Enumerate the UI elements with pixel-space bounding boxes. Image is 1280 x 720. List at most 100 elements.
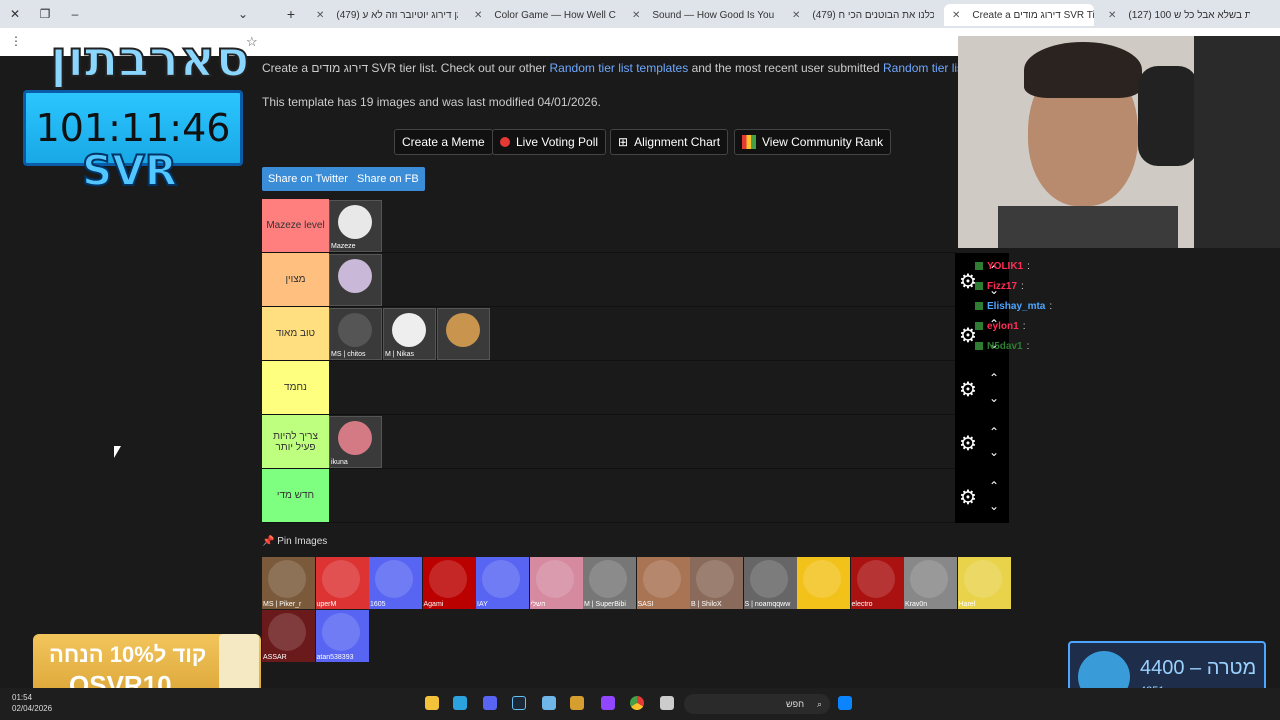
avatar xyxy=(338,205,372,239)
pin-image[interactable]: M | SuperBibi xyxy=(583,557,636,609)
tier-row[interactable]: טוב מאוד MS | chitos M | Nikas xyxy=(262,307,956,361)
move-down-icon[interactable]: ⌄ xyxy=(989,391,999,405)
tier-item[interactable]: ikuna xyxy=(329,416,382,468)
pin-image[interactable]: Harel xyxy=(957,557,1011,609)
close-window-icon[interactable]: ✕ xyxy=(0,7,30,21)
telegram-icon[interactable] xyxy=(453,696,467,710)
window-icon[interactable] xyxy=(660,696,674,710)
move-up-icon[interactable]: ⌃ xyxy=(989,425,999,439)
share-twitter-button[interactable]: Share on Twitter xyxy=(262,167,354,191)
tier-label[interactable]: נחמד xyxy=(262,361,329,414)
browser-tab[interactable]: ✕(127) 100 שעות בשלא אבל כל ש xyxy=(1100,4,1250,26)
pin-image[interactable] xyxy=(797,557,850,609)
move-up-icon[interactable]: ⌃ xyxy=(989,479,999,493)
taskbar-search[interactable]: חפש ⌕ xyxy=(684,694,830,714)
tab-list-icon[interactable]: ⌄ xyxy=(228,7,258,21)
tier-label[interactable]: טוב מאוד xyxy=(262,307,329,360)
pin-image[interactable]: Krav0n xyxy=(904,557,957,609)
color-grid-icon xyxy=(742,135,756,149)
close-tab-icon[interactable]: ✕ xyxy=(316,10,324,21)
record-dot-icon xyxy=(500,137,510,147)
restore-window-icon[interactable]: ❐ xyxy=(30,7,60,21)
chat-message: YOLIK1: xyxy=(975,256,1052,276)
browser-tab[interactable]: ✕ (479) אכלנו את הבוטנים הכי ח xyxy=(784,4,934,26)
tier-label[interactable]: צריך להיות פעיל יותר xyxy=(262,415,329,468)
pin-image[interactable]: ASSAR xyxy=(262,610,315,662)
gear-icon[interactable]: ⚙ xyxy=(959,485,977,510)
intro-text: Create a דירוג מודים SVR tier list. Chec… xyxy=(262,61,976,75)
chat-message: Elishay_mta: xyxy=(975,296,1052,316)
browser-tab[interactable]: ✕Color Game — How Well Can Y xyxy=(466,4,616,26)
tier-label[interactable]: מצוין xyxy=(262,253,329,306)
close-tab-icon[interactable]: ✕ xyxy=(474,10,482,21)
community-rank-button[interactable]: View Community Rank xyxy=(734,129,892,155)
chat-message: Fizz17: xyxy=(975,276,1052,296)
gear-icon[interactable]: ⚙ xyxy=(959,377,977,402)
menu-icon[interactable]: ⋮ xyxy=(10,34,22,48)
random-templates-link[interactable]: Random tier list templates xyxy=(550,61,689,75)
steam-icon[interactable] xyxy=(512,696,526,710)
close-tab-icon[interactable]: ✕ xyxy=(792,10,800,21)
tier-row[interactable]: חדש מדי xyxy=(262,469,956,523)
tier-item[interactable] xyxy=(437,308,490,360)
start-icon[interactable] xyxy=(838,696,852,710)
move-down-icon[interactable]: ⌄ xyxy=(989,499,999,513)
close-tab-icon[interactable]: ✕ xyxy=(952,10,960,21)
move-up-icon[interactable]: ⌃ xyxy=(989,371,999,385)
pin-image[interactable]: IAY xyxy=(476,557,529,609)
taskbar-clock: 01:54 02/04/2026 xyxy=(12,693,53,713)
alignment-chart-button[interactable]: ⊞ Alignment Chart xyxy=(610,129,729,155)
tier-row[interactable]: Mazeze level Mazeze xyxy=(262,199,956,253)
create-meme-button[interactable]: Create a Meme xyxy=(394,129,493,155)
gear-icon[interactable]: ⚙ xyxy=(959,431,977,456)
live-voting-poll-button[interactable]: Live Voting Poll xyxy=(492,129,607,155)
pin-image[interactable]: MS | Piker_r xyxy=(262,557,315,609)
tier-row[interactable]: מצוין xyxy=(262,253,956,307)
tier-label[interactable]: חדש מדי xyxy=(262,469,329,522)
avatar xyxy=(321,613,360,651)
new-tab-icon[interactable]: + xyxy=(276,6,306,22)
avatar xyxy=(338,421,372,455)
pin-image[interactable]: S | noamqqww xyxy=(743,557,797,609)
chrome-icon[interactable] xyxy=(630,696,644,710)
tier-item[interactable]: M | Nikas xyxy=(383,308,436,360)
pin-image[interactable]: 1605 xyxy=(369,557,422,609)
share-fb-button[interactable]: Share on FB xyxy=(351,167,425,191)
minimize-window-icon[interactable]: – xyxy=(60,7,90,21)
stream-chat: YOLIK1: Fizz17: Elishay_mta: eylon1: N5dav1: xyxy=(975,256,1052,356)
pin-image[interactable]: B | ShiloX xyxy=(690,557,743,609)
pin-image[interactable]: electro xyxy=(850,557,904,609)
tier-item[interactable]: Mazeze xyxy=(329,200,382,252)
colon: : xyxy=(1026,340,1030,352)
badge-icon xyxy=(975,282,983,290)
close-tab-icon[interactable]: ✕ xyxy=(1108,10,1116,21)
tier-item[interactable]: MS | chitos xyxy=(329,308,382,360)
chat-username: eylon1 xyxy=(987,320,1019,332)
browser-tab[interactable]: ✕(479) רוגן דירוג יוטיובר וזה לא ע xyxy=(308,4,458,26)
avatar xyxy=(535,560,574,598)
move-down-icon[interactable]: ⌄ xyxy=(989,445,999,459)
close-tab-icon[interactable]: ✕ xyxy=(632,10,640,21)
browser-tab[interactable]: ✕Sound — How Good Is Your Ea xyxy=(624,4,774,26)
pin-image[interactable]: Agami xyxy=(422,557,476,609)
tier-row[interactable]: צריך להיות פעיל יותר ikuna xyxy=(262,415,956,469)
file-explorer-icon[interactable] xyxy=(425,696,439,710)
template-info: This template has 19 images and was last… xyxy=(262,95,601,109)
avatar xyxy=(428,560,467,598)
tier-row[interactable]: נחמד xyxy=(262,361,956,415)
avatar xyxy=(392,313,426,347)
avatar xyxy=(268,560,306,598)
twitch-icon[interactable] xyxy=(601,696,615,710)
headphones-icon xyxy=(1138,66,1198,166)
discord-icon[interactable] xyxy=(483,696,497,710)
browser-tab[interactable]: ✕Create a דירוג מודים SVR Tier Li xyxy=(944,4,1094,26)
tier-item[interactable] xyxy=(329,254,382,306)
chat-username: Fizz17 xyxy=(987,280,1018,292)
notepad-icon[interactable] xyxy=(542,696,556,710)
app-icon[interactable] xyxy=(570,696,584,710)
pin-image[interactable]: uperM xyxy=(315,557,369,609)
pin-image[interactable]: SASI xyxy=(636,557,690,609)
pin-image[interactable]: atan538393 xyxy=(315,610,369,662)
tier-label[interactable]: Mazeze level xyxy=(262,199,329,252)
pin-image[interactable]: השלי xyxy=(529,557,583,609)
